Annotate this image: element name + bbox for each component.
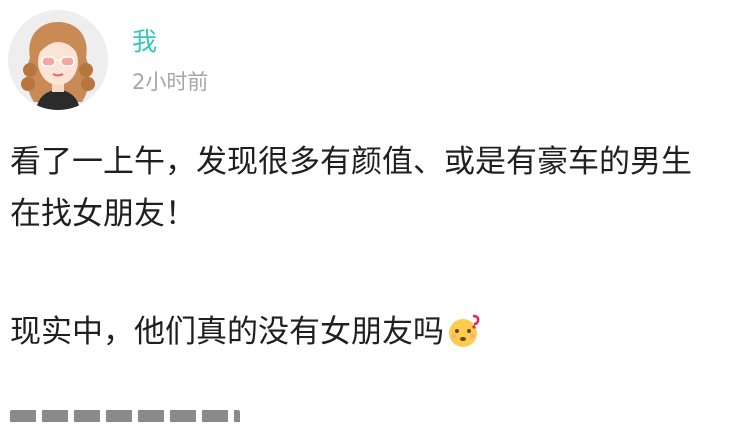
- post-text-line: 看了一上午，发现很多有颜值、或是有豪车的男生: [10, 144, 692, 180]
- username[interactable]: 我: [132, 26, 157, 58]
- post-paragraph: 看了一上午，发现很多有颜值、或是有豪车的男生 在找女朋友！: [10, 136, 692, 240]
- post-text: 现实中，他们真的没有女朋友吗: [10, 314, 444, 350]
- post-paragraph: 现实中，他们真的没有女朋友吗: [10, 306, 482, 358]
- avatar[interactable]: [8, 10, 108, 110]
- post-card: 我 2小时前 看了一上午，发现很多有颜值、或是有豪车的男生 在找女朋友！ 现实中…: [0, 0, 754, 424]
- thinking-face-emoji-icon: [446, 313, 482, 349]
- post-timestamp: 2小时前: [132, 70, 209, 94]
- post-header: 我 2小时前: [0, 0, 754, 120]
- post-text-line: 现实中，他们真的没有女朋友吗: [10, 306, 482, 358]
- truncated-text-line: [10, 404, 240, 422]
- user-avatar-icon: [8, 10, 108, 110]
- post-text-line: 在找女朋友！: [10, 196, 196, 232]
- post-paragraph-cut: [10, 404, 240, 422]
